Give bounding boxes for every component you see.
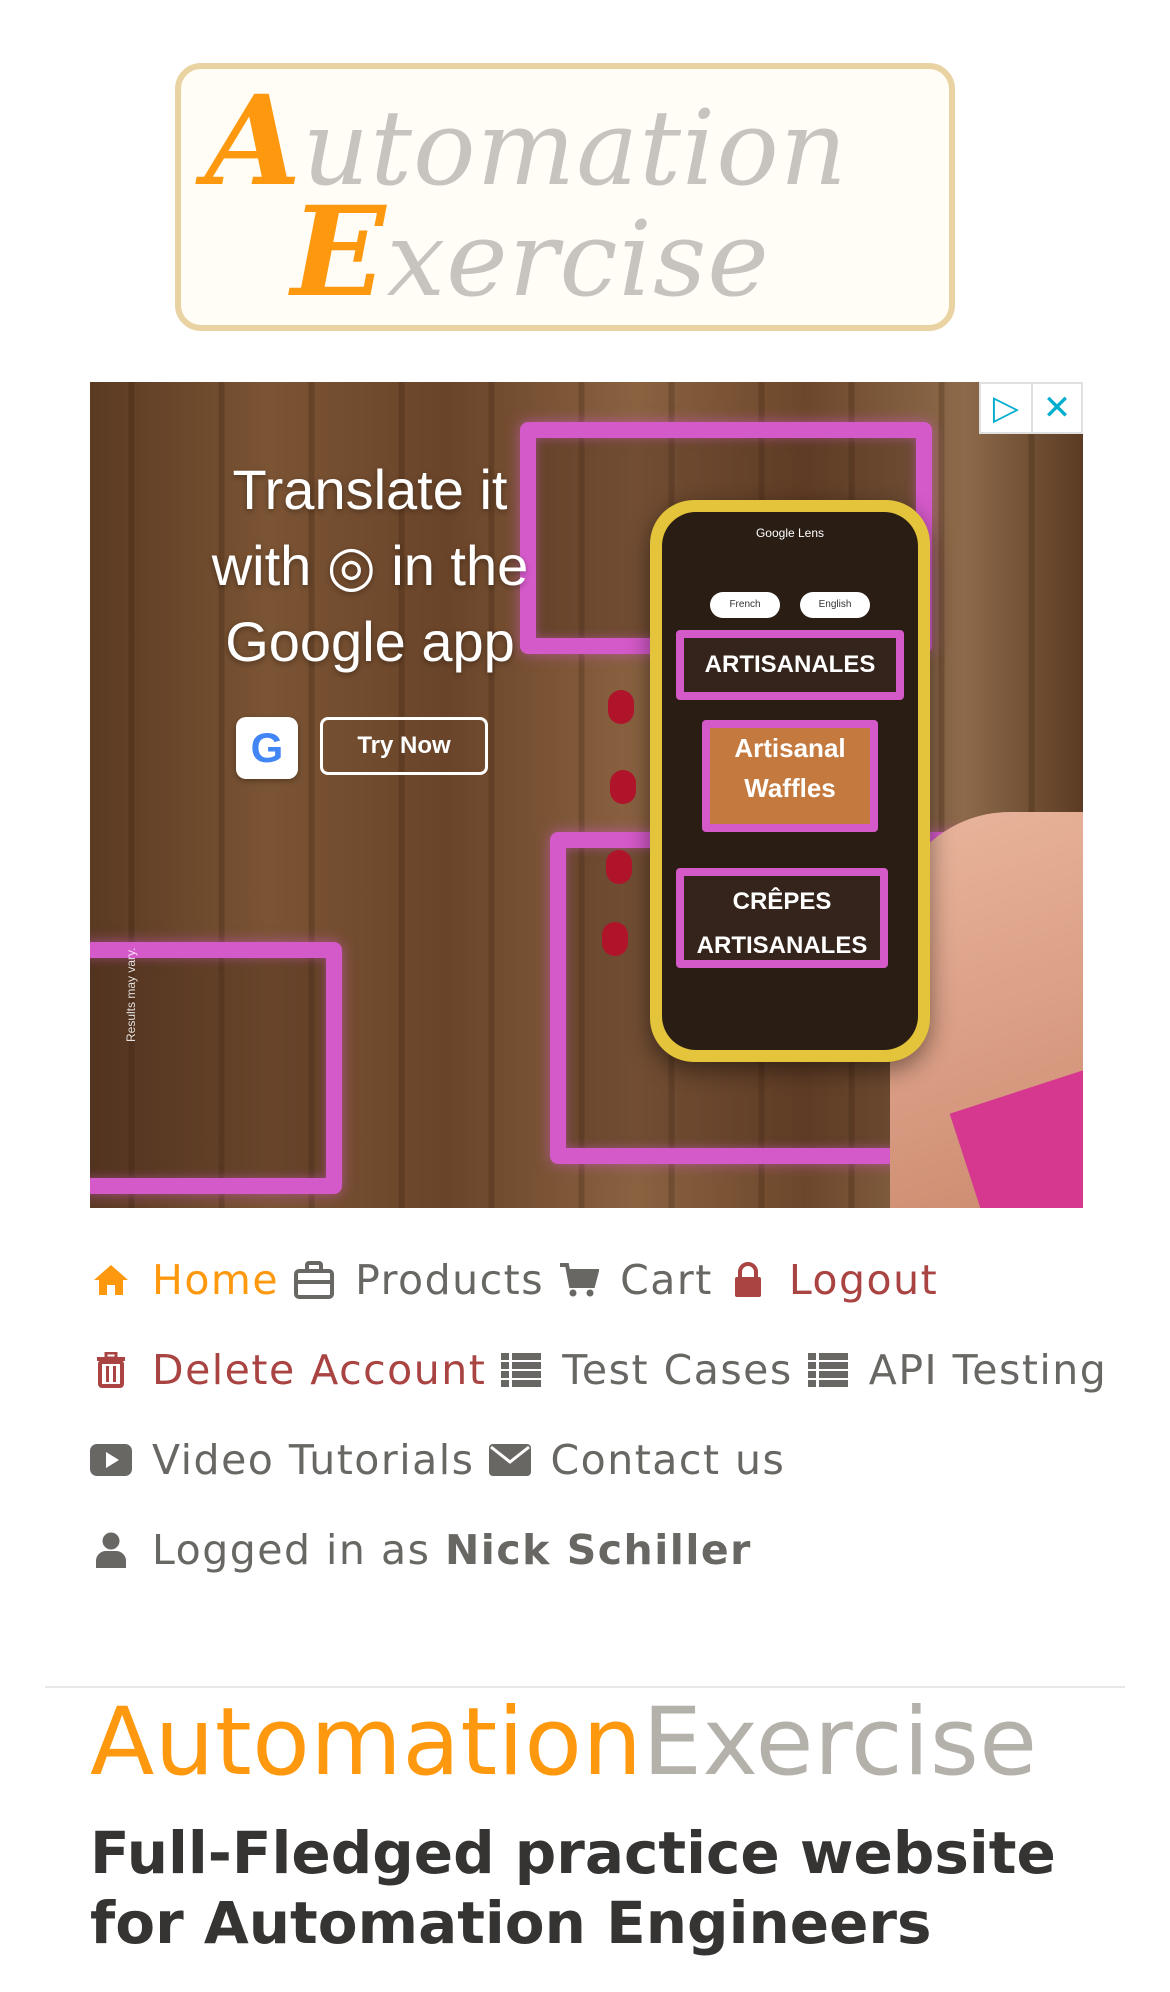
- nav-cart-link[interactable]: Cart: [558, 1256, 713, 1304]
- nav-products-label: Products: [355, 1256, 545, 1304]
- nav-logout-label: Logout: [788, 1256, 939, 1304]
- ad-headline: Translate it with ◎ in the Google app: [160, 452, 580, 680]
- ad-sign-line: Waffles: [744, 773, 836, 803]
- ad-fingernail: [608, 690, 634, 724]
- logo-cap-a: A: [205, 69, 303, 214]
- ad-sign-translated: Artisanal Waffles: [702, 720, 878, 832]
- ad-headline-line: Translate it: [232, 458, 508, 521]
- close-icon[interactable]: ✕: [1031, 384, 1081, 432]
- nav-delete-account-label: Delete Account: [152, 1346, 487, 1394]
- nav-logout-link[interactable]: Logout: [727, 1256, 938, 1304]
- briefcase-icon: [293, 1259, 335, 1301]
- trash-icon: [90, 1349, 132, 1391]
- main-navigation: Home Products Cart Logout Delete Account…: [90, 1235, 1106, 1595]
- google-logo-icon: G: [236, 717, 298, 779]
- nav-cart-label: Cart: [620, 1256, 713, 1304]
- user-icon: [90, 1529, 132, 1571]
- logged-in-status: Logged in as Nick Schiller: [90, 1526, 752, 1574]
- list-icon: [807, 1349, 849, 1391]
- shopping-cart-icon: [558, 1259, 600, 1301]
- nav-products-link[interactable]: Products: [293, 1256, 544, 1304]
- nav-delete-account-link[interactable]: Delete Account: [90, 1346, 486, 1394]
- ad-fingernail: [606, 850, 632, 884]
- ad-lens-label: Google Lens: [755, 526, 825, 540]
- site-logo[interactable]: Automation Exercise: [175, 63, 955, 331]
- ad-disclaimer: Results may vary.: [124, 947, 138, 1042]
- list-icon: [500, 1349, 542, 1391]
- ad-headline-line: Google app: [225, 610, 515, 673]
- nav-row: Logged in as Nick Schiller: [90, 1505, 1100, 1595]
- ad-sign-original: ARTISANALES: [676, 630, 904, 700]
- ad-headline-line: with ◎ in the: [211, 534, 529, 597]
- nav-test-cases-label: Test Cases: [562, 1346, 793, 1394]
- ad-sign-line: Artisanal: [734, 733, 846, 763]
- hero-brand-automation: Automation: [90, 1688, 643, 1797]
- logo-line-exercise: Exercise: [291, 189, 770, 323]
- ad-lang-to: English: [800, 592, 870, 618]
- advertisement-banner[interactable]: Translate it with ◎ in the Google app G …: [90, 382, 1083, 1208]
- hero-headline: Full-Fledged practice website for Automa…: [90, 1819, 1056, 1957]
- hero-brand-title: AutomationExercise: [90, 1685, 1038, 1800]
- ad-sign-original: CRÊPES ARTISANALES: [676, 868, 888, 968]
- ad-fingernail: [610, 770, 636, 804]
- home-icon: [90, 1259, 132, 1301]
- adchoices-icon[interactable]: ▷: [981, 384, 1031, 432]
- nav-contact-us-link[interactable]: Contact us: [488, 1436, 786, 1484]
- hero-brand-exercise: Exercise: [642, 1688, 1038, 1797]
- ad-phone-screen: Google Lens French English ARTISANALES A…: [662, 512, 918, 1050]
- logged-in-prefix: Logged in as: [152, 1526, 431, 1574]
- nav-row: Delete Account Test Cases API Testing: [90, 1325, 1106, 1415]
- ad-lang-from: French: [710, 592, 780, 618]
- ad-phone-image: Google Lens French English ARTISANALES A…: [650, 500, 930, 1062]
- nav-home-label: Home: [152, 1256, 280, 1304]
- ad-choices-bar: ▷ ✕: [979, 382, 1083, 434]
- nav-row: Video Tutorials Contact us: [90, 1415, 1100, 1505]
- ad-try-now-button[interactable]: Try Now: [320, 717, 488, 775]
- nav-api-testing-link[interactable]: API Testing: [807, 1346, 1108, 1394]
- nav-test-cases-link[interactable]: Test Cases: [500, 1346, 792, 1394]
- ad-sign-line: CRÊPES: [732, 888, 832, 915]
- envelope-icon: [488, 1439, 531, 1481]
- logged-in-username: Nick Schiller: [444, 1526, 752, 1574]
- lock-icon: [727, 1259, 769, 1301]
- nav-home-link[interactable]: Home: [90, 1256, 279, 1304]
- nav-video-tutorials-label: Video Tutorials: [152, 1436, 475, 1484]
- youtube-play-icon: [90, 1439, 132, 1481]
- nav-contact-us-label: Contact us: [550, 1436, 786, 1484]
- logo-cap-e: E: [291, 180, 387, 325]
- nav-api-testing-label: API Testing: [868, 1346, 1108, 1394]
- ad-fingernail: [602, 922, 628, 956]
- nav-row: Home Products Cart Logout: [90, 1235, 1100, 1325]
- logo-text-exercise: xercise: [386, 198, 770, 320]
- nav-video-tutorials-link[interactable]: Video Tutorials: [90, 1436, 475, 1484]
- ad-sign-line: ARTISANALES: [696, 932, 868, 959]
